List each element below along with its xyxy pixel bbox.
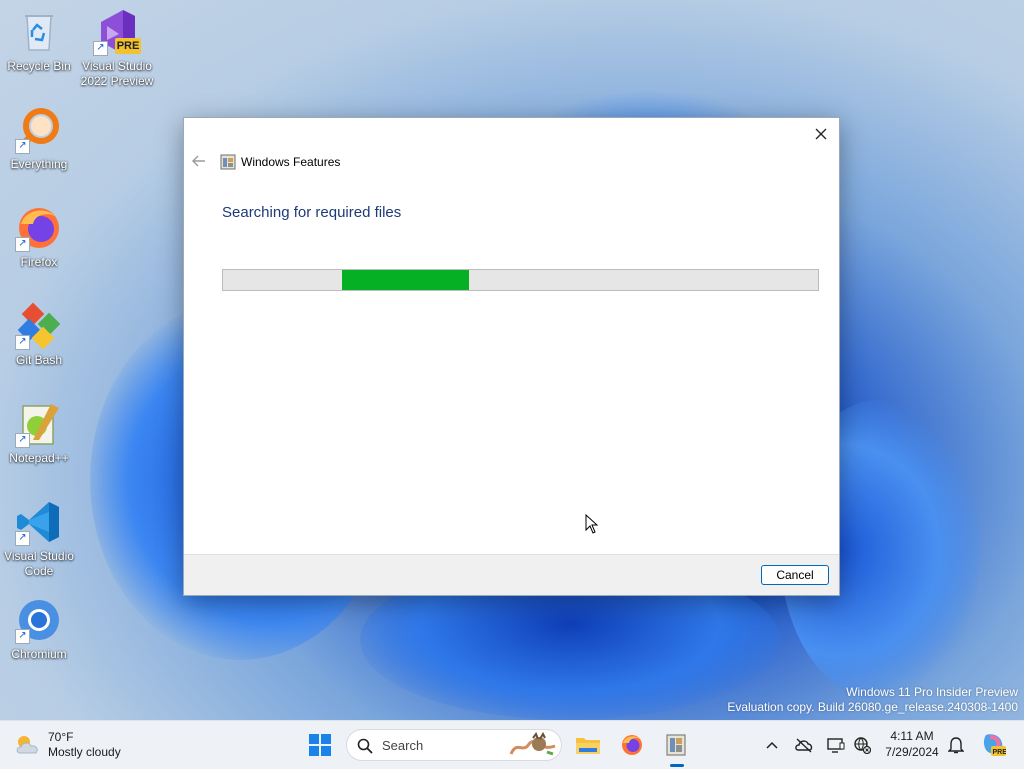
chevron-up-icon [766, 741, 778, 749]
file-explorer-taskbar-button[interactable] [570, 727, 606, 763]
network-disconnected-icon [854, 737, 871, 754]
search-highlight-art-icon [509, 732, 556, 756]
shortcut-arrow-icon: ↗ [15, 531, 30, 546]
firefox-icon: ↗ [15, 204, 63, 252]
cloud-offline-icon [795, 738, 813, 753]
desktop-icon-label: Visual Studio 2022 Preview [80, 59, 154, 88]
weather-widget[interactable]: 70°F Mostly cloudy [14, 727, 121, 763]
close-icon [815, 128, 827, 140]
cloud-sun-icon [16, 736, 38, 754]
shortcut-arrow-icon: ↗ [15, 139, 30, 154]
desktop-icon-firefox[interactable]: ↗ Firefox [1, 204, 77, 270]
desktop-icon-label: Chromium [11, 647, 67, 661]
windows-features-icon [220, 154, 236, 170]
weather-text: 70°F Mostly cloudy [48, 730, 121, 760]
windows-features-icon [666, 734, 686, 756]
copilot-preview-icon: PRE [983, 734, 1007, 756]
search-label: Search [382, 738, 424, 753]
taskbar-search[interactable]: Search [346, 729, 562, 761]
shortcut-arrow-icon: ↗ [15, 629, 30, 644]
firefox-icon [622, 735, 642, 755]
chromium-icon: ↗ [15, 596, 63, 644]
watermark-line: Windows 11 Pro Insider Preview [846, 685, 1018, 699]
desktop-icon-notepad-plus-plus[interactable]: ↗ Notepad++ [1, 400, 77, 466]
pre-badge: PRE [116, 40, 140, 52]
everything-search-icon: ↗ [15, 106, 63, 154]
clock-time: 4:11 AM [890, 729, 934, 743]
shortcut-arrow-icon: ↗ [15, 433, 30, 448]
back-button[interactable] [190, 152, 208, 170]
taskbar-clock[interactable]: 4:11 AM 7/29/2024 [880, 728, 944, 760]
desktop-icon-label: Git Bash [15, 353, 63, 367]
copilot-button[interactable]: PRE [980, 731, 1006, 757]
desktop-icon-chromium[interactable]: ↗ Chromium [1, 596, 77, 662]
desktop-icon-git-bash[interactable]: ↗ Git Bash [1, 302, 77, 368]
notifications-button[interactable] [946, 735, 966, 755]
notepad-plus-plus-icon: ↗ [15, 400, 63, 448]
monitor-icon [827, 738, 845, 753]
git-bash-icon: ↗ [15, 302, 63, 350]
windows-logo-icon [309, 734, 331, 756]
desktop-icon-visual-studio-2022-preview[interactable]: PRE ↗ Visual Studio 2022 Preview [79, 8, 155, 89]
dialog-heading: Searching for required files [222, 204, 402, 221]
desktop-icon-label: Recycle Bin [7, 59, 71, 73]
taskbar: 70°F Mostly cloudy Search 4:11 AM 7/29/2… [0, 720, 1024, 769]
mouse-cursor-icon [585, 514, 599, 534]
shortcut-arrow-icon: ↗ [15, 237, 30, 252]
clock-date: 7/29/2024 [885, 745, 939, 759]
progress-bar [222, 269, 819, 291]
evaluation-watermark: Windows 11 Pro Insider Preview Evaluatio… [727, 685, 1018, 715]
watermark-line: Evaluation copy. Build 26080.ge_release.… [727, 700, 1018, 714]
vscode-icon: ↗ [15, 498, 63, 546]
desktop-icon-label: Everything [10, 157, 68, 171]
desktop-icon-everything[interactable]: ↗ Everything [1, 106, 77, 172]
weather-condition: Mostly cloudy [48, 745, 121, 759]
progress-bar-fill [342, 270, 469, 290]
desktop-icon-label: Visual Studio Code [4, 549, 74, 578]
shortcut-arrow-icon: ↗ [15, 335, 30, 350]
active-app-indicator [670, 764, 684, 767]
back-arrow-icon [192, 155, 205, 167]
search-icon [357, 738, 373, 754]
desktop-icon-recycle-bin[interactable]: Recycle Bin [1, 8, 77, 74]
cancel-button[interactable]: Cancel [761, 565, 829, 585]
recycle-bin-icon [15, 8, 63, 56]
network-tray-button[interactable] [852, 735, 872, 755]
bell-icon [948, 737, 964, 754]
start-button[interactable] [302, 727, 338, 763]
folder-icon [576, 738, 600, 754]
svg-text:PRE: PRE [993, 749, 1007, 756]
desktop-icon-label: Notepad++ [9, 451, 69, 465]
dialog-title: Windows Features [241, 155, 341, 169]
visual-studio-preview-icon: PRE ↗ [93, 8, 141, 56]
weather-temperature: 70°F [48, 730, 74, 744]
display-tray-button[interactable] [826, 735, 846, 755]
show-hidden-icons-button[interactable] [762, 735, 782, 755]
windows-features-taskbar-button[interactable] [658, 727, 694, 763]
onedrive-tray-button[interactable] [794, 735, 814, 755]
shortcut-arrow-icon: ↗ [93, 41, 108, 56]
dialog-footer: Cancel [184, 554, 839, 595]
firefox-taskbar-button[interactable] [614, 727, 650, 763]
windows-features-dialog: Windows Features Searching for required … [183, 117, 840, 596]
close-button[interactable] [809, 122, 833, 146]
desktop-icon-label: Firefox [20, 255, 58, 269]
desktop-icon-visual-studio-code[interactable]: ↗ Visual Studio Code [1, 498, 77, 579]
